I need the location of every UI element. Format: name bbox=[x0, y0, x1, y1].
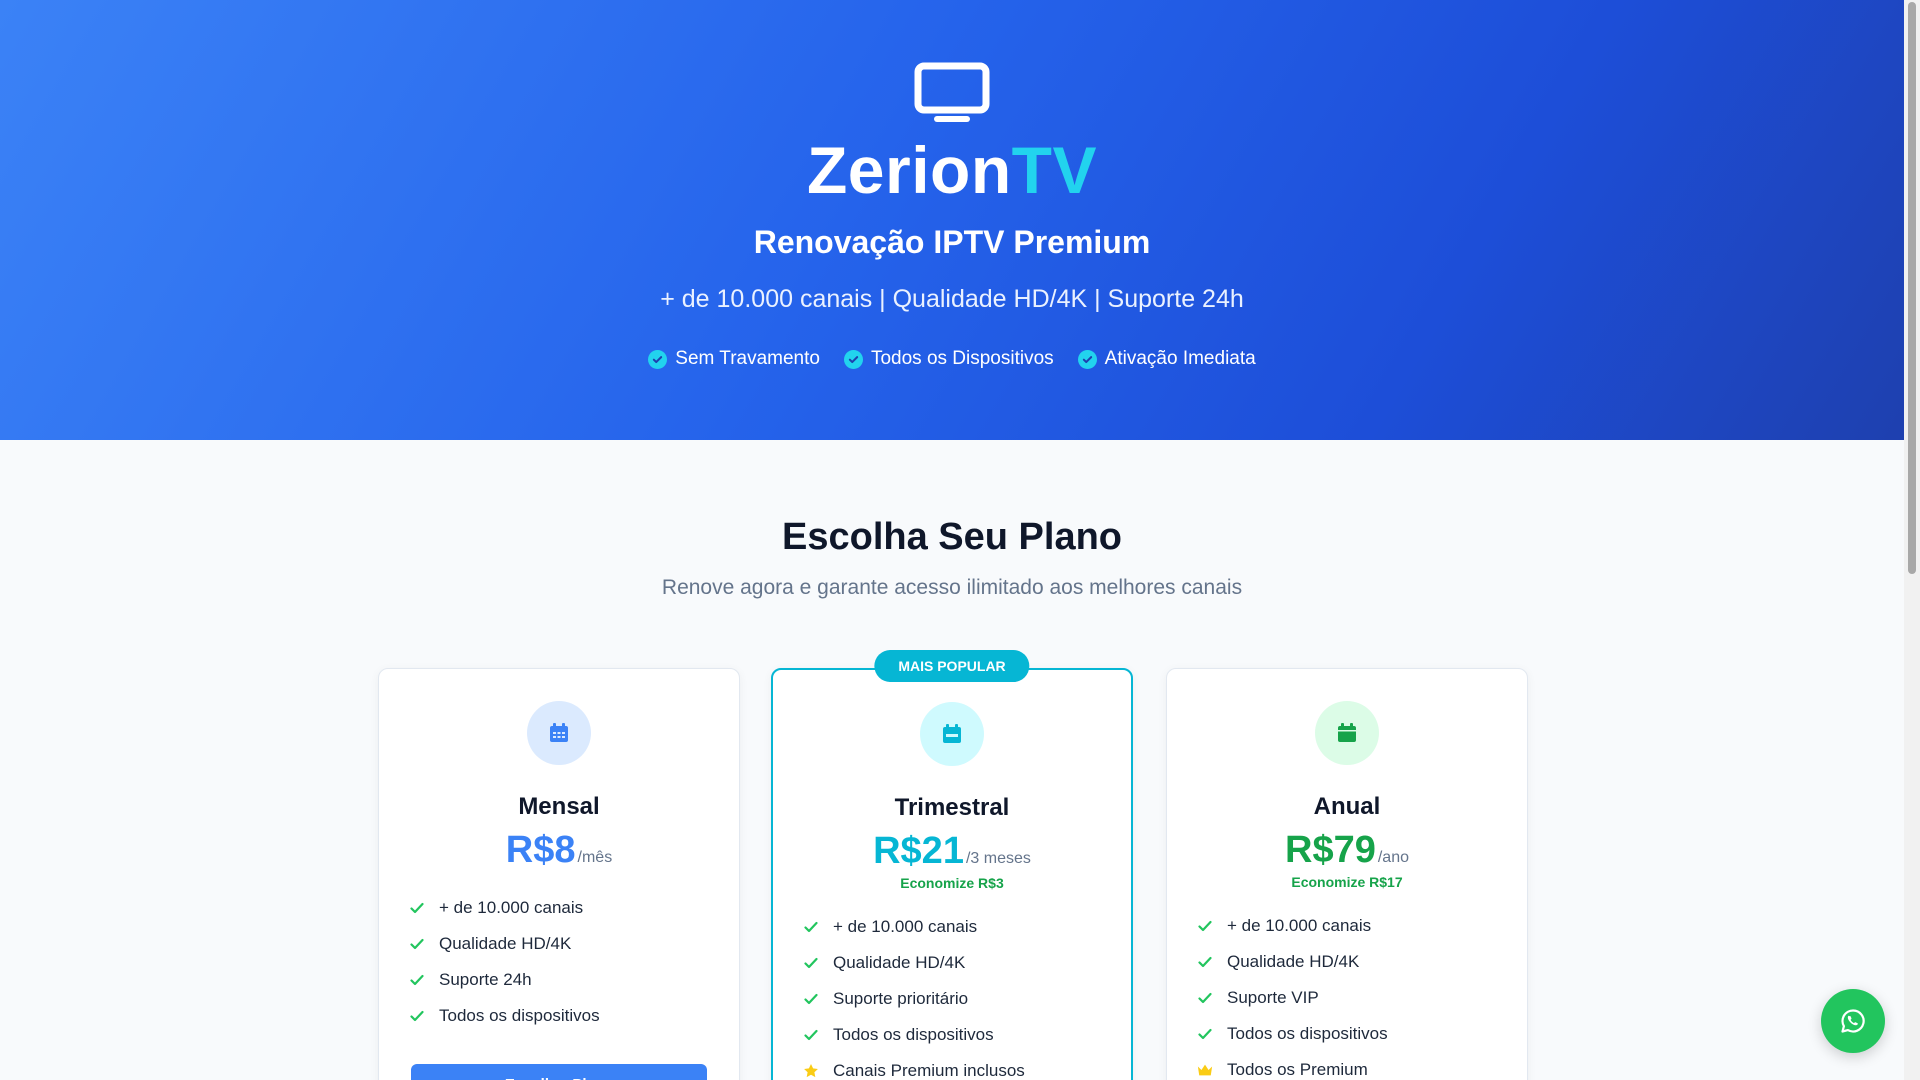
check-icon bbox=[1197, 992, 1213, 1004]
page-scrollbar[interactable] bbox=[1904, 0, 1920, 1080]
feature-label: + de 10.000 canais bbox=[1227, 916, 1372, 935]
plan-price: R$21 bbox=[873, 830, 964, 872]
hero-badge: Ativação Imediata bbox=[1077, 348, 1256, 370]
feature-list: + de 10.000 canais Qualidade HD/4K Supor… bbox=[803, 909, 1131, 1080]
hero-banner: ZerionTV Renovação IPTV Premium + de 10.… bbox=[0, 0, 1904, 440]
calendar-week-icon bbox=[920, 702, 984, 766]
check-icon bbox=[803, 993, 819, 1005]
list-item: Qualidade HD/4K bbox=[409, 926, 739, 962]
tv-icon bbox=[914, 62, 990, 122]
check-icon bbox=[1197, 1028, 1213, 1040]
plan-period: /3 meses bbox=[965, 850, 1031, 867]
feature-label: + de 10.000 canais bbox=[833, 917, 978, 936]
check-circle-icon bbox=[648, 349, 668, 369]
list-item: Todos os dispositivos bbox=[1197, 1016, 1527, 1052]
brand-name: Zerion bbox=[806, 133, 1012, 207]
whatsapp-button[interactable] bbox=[1821, 989, 1885, 1053]
hero-badge-label: Ativação Imediata bbox=[1104, 348, 1256, 369]
check-icon bbox=[409, 938, 425, 950]
hero-badge: Sem Travamento bbox=[648, 348, 820, 370]
calendar-filled-icon bbox=[1315, 701, 1379, 765]
page: ZerionTV Renovação IPTV Premium + de 10.… bbox=[0, 0, 1904, 1080]
feature-label: Qualidade HD/4K bbox=[833, 953, 966, 972]
feature-label: Qualidade HD/4K bbox=[1227, 952, 1360, 971]
plans-subtitle: Renove agora e garante acesso ilimitado … bbox=[661, 576, 1243, 599]
feature-label: Todos os dispositivos bbox=[439, 1006, 600, 1025]
feature-label: Todos os dispositivos bbox=[1227, 1024, 1388, 1043]
plan-card-trimestral: MAIS POPULAR Trimestral R$21 /3 meses Ec… bbox=[771, 650, 1133, 1080]
plan-period: /mês bbox=[577, 849, 613, 866]
list-item: Todos os Premium bbox=[1197, 1052, 1527, 1080]
hero-badge: Todos os Dispositivos bbox=[843, 348, 1054, 370]
star-icon bbox=[803, 1063, 819, 1079]
check-circle-icon bbox=[843, 349, 863, 369]
check-icon bbox=[409, 1010, 425, 1022]
choose-plan-button[interactable]: Escolher Plano bbox=[411, 1064, 707, 1080]
feature-list: + de 10.000 canais Qualidade HD/4K Supor… bbox=[409, 890, 739, 1034]
list-item: + de 10.000 canais bbox=[803, 909, 1131, 945]
plan-card-mensal: Mensal R$8 /mês + de 10.000 canais Quali… bbox=[378, 668, 740, 1080]
brand-accent: TV bbox=[1011, 133, 1098, 207]
list-item: Canais Premium inclusos bbox=[803, 1053, 1131, 1080]
plan-card-anual: Anual R$79 /ano Economize R$17 + de 10.0… bbox=[1166, 668, 1528, 1080]
plan-name: Mensal bbox=[518, 793, 600, 820]
feature-label: Suporte 24h bbox=[439, 970, 532, 989]
price-row: R$79 /ano bbox=[1167, 829, 1527, 872]
check-icon bbox=[409, 974, 425, 986]
crown-icon bbox=[1197, 1063, 1213, 1077]
list-item: Suporte VIP bbox=[1197, 980, 1527, 1016]
feature-label: Qualidade HD/4K bbox=[439, 934, 572, 953]
list-item: Qualidade HD/4K bbox=[803, 945, 1131, 981]
plan-name: Anual bbox=[1313, 793, 1381, 820]
list-item: Todos os dispositivos bbox=[409, 998, 739, 1034]
plan-savings: Economize R$3 bbox=[900, 875, 1004, 891]
check-icon bbox=[803, 921, 819, 933]
check-icon bbox=[803, 957, 819, 969]
plan-price: R$8 bbox=[505, 829, 576, 871]
check-icon bbox=[803, 1029, 819, 1041]
list-item: Todos os dispositivos bbox=[803, 1017, 1131, 1053]
price-row: R$8 /mês bbox=[379, 829, 739, 872]
list-item: Qualidade HD/4K bbox=[1197, 944, 1527, 980]
plans-title: Escolha Seu Plano bbox=[782, 516, 1122, 558]
plan-period: /ano bbox=[1377, 849, 1409, 866]
popular-badge: MAIS POPULAR bbox=[874, 650, 1030, 682]
plan-savings: Economize R$17 bbox=[1291, 874, 1403, 890]
hero-badge-label: Sem Travamento bbox=[675, 348, 820, 369]
hero-badge-label: Todos os Dispositivos bbox=[870, 348, 1054, 369]
list-item: + de 10.000 canais bbox=[409, 890, 739, 926]
brand-logo: ZerionTV bbox=[0, 134, 1904, 206]
feature-list: + de 10.000 canais Qualidade HD/4K Supor… bbox=[1197, 908, 1527, 1080]
hero-badges: Sem Travamento Todos os Dispositivos Ati… bbox=[0, 348, 1904, 370]
check-icon bbox=[1197, 920, 1213, 932]
calendar-icon bbox=[527, 701, 591, 765]
feature-label: Canais Premium inclusos bbox=[833, 1061, 1025, 1080]
list-item: + de 10.000 canais bbox=[1197, 908, 1527, 944]
feature-label: Suporte prioritário bbox=[833, 989, 969, 1008]
price-row: R$21 /3 meses bbox=[773, 830, 1131, 873]
hero-subtitle: Renovação IPTV Premium bbox=[753, 224, 1151, 260]
check-icon bbox=[1197, 956, 1213, 968]
plan-name: Trimestral bbox=[894, 794, 1010, 821]
whatsapp-icon bbox=[1841, 1009, 1865, 1033]
plan-price: R$79 bbox=[1285, 829, 1376, 871]
list-item: Suporte 24h bbox=[409, 962, 739, 998]
check-icon bbox=[409, 902, 425, 914]
feature-label: Todos os Premium bbox=[1227, 1060, 1368, 1079]
list-item: Suporte prioritário bbox=[803, 981, 1131, 1017]
feature-label: Suporte VIP bbox=[1227, 988, 1319, 1007]
hero-tagline: + de 10.000 canais | Qualidade HD/4K | S… bbox=[660, 285, 1244, 313]
feature-label: Todos os dispositivos bbox=[833, 1025, 994, 1044]
feature-label: + de 10.000 canais bbox=[439, 898, 584, 917]
check-circle-icon bbox=[1077, 349, 1097, 369]
scrollbar-thumb[interactable] bbox=[1908, 2, 1916, 574]
